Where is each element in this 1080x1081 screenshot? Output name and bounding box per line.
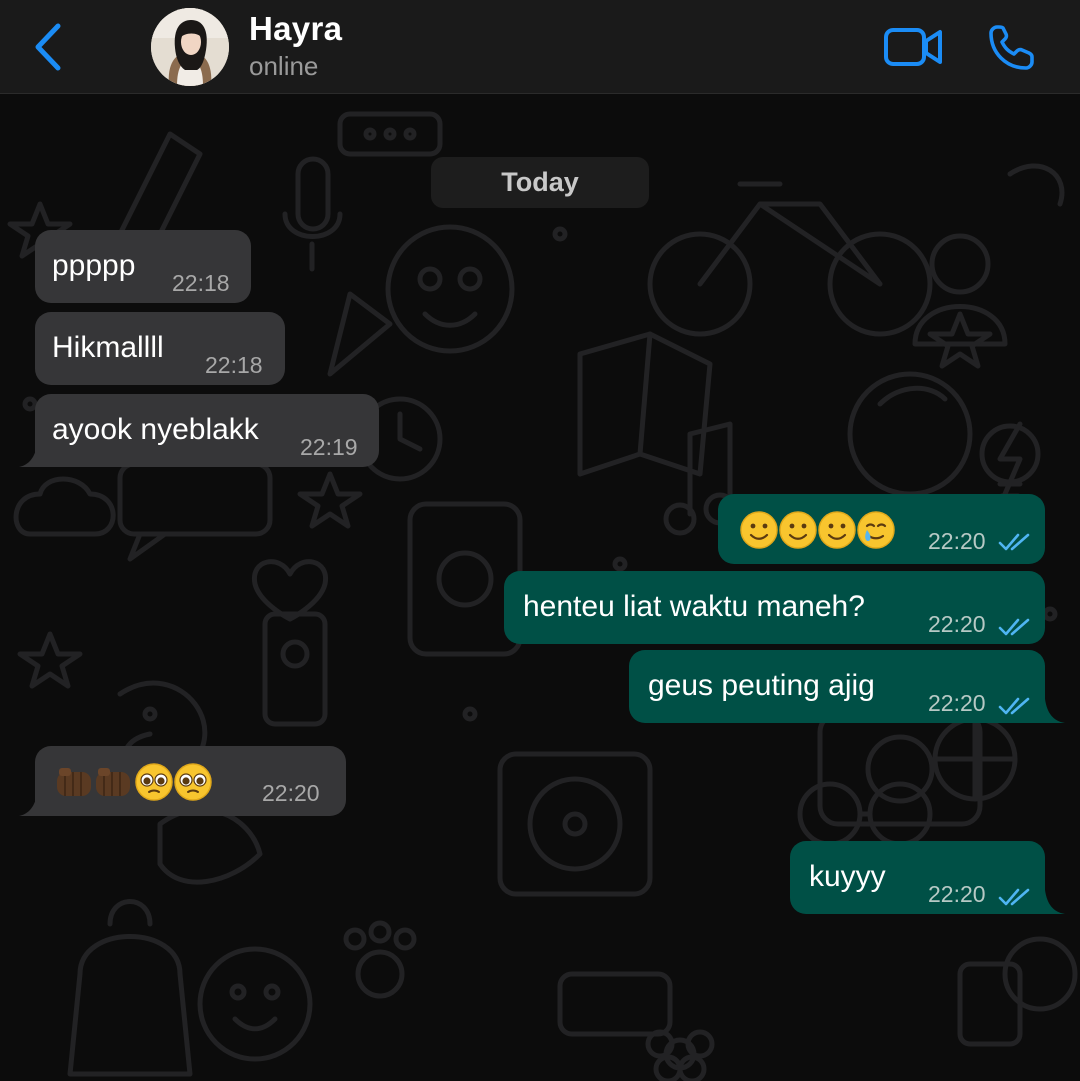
- message-text: henteu liat waktu maneh?: [523, 590, 865, 623]
- voice-call-button[interactable]: [985, 22, 1037, 74]
- message-text: kuyyy: [809, 860, 886, 893]
- message-time: 22:20: [928, 611, 986, 637]
- bubble-tail: [1039, 699, 1065, 723]
- bubble-tail: [1039, 890, 1065, 914]
- message-time: 22:20: [928, 528, 986, 554]
- chat-area[interactable]: Today ppppp 22:18 Hikmallll 22:18 ayook …: [0, 94, 1080, 1081]
- video-camera-icon: [884, 28, 942, 66]
- read-receipt-icon: [998, 618, 1030, 636]
- video-call-button[interactable]: [882, 24, 946, 70]
- message-outgoing[interactable]: henteu liat waktu maneh? 22:20: [504, 571, 1045, 644]
- message-text: ppppp: [52, 249, 136, 282]
- contact-status: online: [249, 51, 319, 81]
- message-outgoing[interactable]: kuyyy 22:20: [790, 841, 1065, 914]
- message-time: 22:20: [928, 690, 986, 716]
- message-time: 22:20: [928, 881, 986, 907]
- message-incoming[interactable]: ayook nyeblakk 22:19: [19, 394, 379, 467]
- bubble-tail: [19, 794, 43, 816]
- message-text: geus peuting ajig: [648, 669, 875, 702]
- message-time: 22:20: [262, 780, 320, 806]
- emoji-sequence: [740, 511, 895, 549]
- message-incoming[interactable]: ppppp 22:18: [35, 230, 251, 303]
- message-time: 22:19: [300, 434, 358, 460]
- message-text: ayook nyeblakk: [52, 413, 259, 446]
- bubble-tail: [19, 445, 43, 467]
- message-time: 22:18: [172, 270, 230, 296]
- message-incoming[interactable]: Hikmallll 22:18: [35, 312, 285, 385]
- avatar-image: [151, 8, 229, 86]
- message-time: 22:18: [205, 352, 263, 378]
- message-outgoing[interactable]: 🙂🙂🙂🥲: [718, 494, 1045, 564]
- contact-name[interactable]: Hayra: [249, 10, 342, 48]
- read-receipt-icon: [998, 697, 1030, 715]
- phone-icon: [989, 25, 1034, 70]
- chat-header: Hayra online: [0, 0, 1080, 94]
- date-separator: Today: [431, 157, 649, 208]
- chevron-left-icon: [35, 23, 61, 71]
- read-receipt-icon: [998, 888, 1030, 906]
- message-outgoing[interactable]: geus peuting ajig 22:20: [629, 650, 1065, 723]
- back-button[interactable]: [28, 18, 76, 76]
- emoji-sequence: [57, 763, 212, 801]
- message-text: Hikmallll: [52, 331, 164, 364]
- avatar[interactable]: [151, 8, 229, 86]
- read-receipt-icon: [998, 533, 1030, 551]
- message-incoming[interactable]: 👊🏿👊🏿🥹🥹: [19, 746, 346, 816]
